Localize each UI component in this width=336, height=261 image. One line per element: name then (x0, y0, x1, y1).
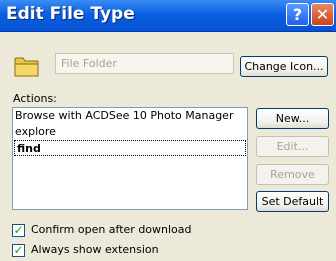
remove-button[interactable]: Remove (256, 164, 329, 185)
always-show-extension-checkbox[interactable]: ✓ (12, 244, 25, 257)
new-button[interactable]: New... (256, 108, 329, 129)
window-title: Edit File Type (6, 4, 135, 24)
confirm-open-label: Confirm open after download (31, 223, 192, 236)
action-item-find[interactable]: find (14, 140, 246, 156)
change-icon-button[interactable]: Change Icon... (240, 56, 328, 77)
action-item-browse[interactable]: Browse with ACDSee 10 Photo Manager (13, 108, 247, 124)
help-icon: ? (292, 5, 303, 24)
help-button[interactable]: ? (286, 3, 309, 26)
actions-label: Actions: (13, 92, 57, 105)
action-item-explore[interactable]: explore (13, 124, 247, 140)
set-default-button[interactable]: Set Default (256, 191, 329, 212)
file-type-name-field[interactable]: File Folder (55, 53, 234, 74)
confirm-open-checkbox[interactable]: ✓ (12, 224, 25, 237)
edit-button[interactable]: Edit... (256, 136, 329, 157)
close-button[interactable]: ✕ (311, 3, 334, 26)
title-bar[interactable]: Edit File Type ? ✕ (0, 0, 336, 32)
close-icon: ✕ (315, 5, 330, 24)
folder-icon (14, 57, 39, 77)
always-show-extension-label: Always show extension (31, 243, 159, 256)
actions-listbox[interactable]: Browse with ACDSee 10 Photo Manager expl… (12, 107, 248, 210)
